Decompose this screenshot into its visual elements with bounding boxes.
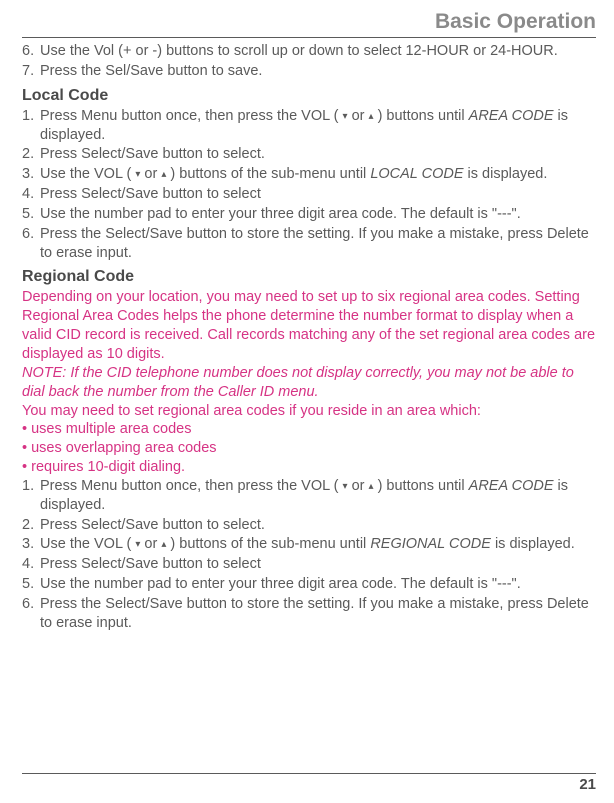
menu-name: AREA CODE <box>469 108 554 124</box>
text-fragment: or <box>348 478 369 494</box>
regional-step-1: 1. Press Menu button once, then press th… <box>22 477 596 515</box>
local-step-2: 2. Press Select/Save button to select. <box>22 145 596 164</box>
up-triangle-icon: ▴ <box>161 539 166 550</box>
up-triangle-icon: ▴ <box>369 111 374 122</box>
bullet-text: uses multiple area codes <box>31 421 191 437</box>
down-triangle-icon: ▾ <box>135 169 140 180</box>
step-text: Press Select/Save button to select. <box>40 145 596 164</box>
local-step-5: 5. Use the number pad to enter your thre… <box>22 205 596 224</box>
menu-name: REGIONAL CODE <box>370 536 491 552</box>
step-number: 5. <box>22 205 40 224</box>
text-fragment: or <box>348 108 369 124</box>
text-fragment: Press Menu button once, then press the V… <box>40 108 343 124</box>
step-text: Use the Vol (+ or -) buttons to scroll u… <box>40 42 596 61</box>
page-number: 21 <box>579 776 596 793</box>
down-triangle-icon: ▾ <box>343 481 348 492</box>
local-step-6: 6. Press the Select/Save button to store… <box>22 225 596 263</box>
down-triangle-icon: ▾ <box>135 539 140 550</box>
text-fragment: ) buttons of the sub-menu until <box>166 536 370 552</box>
step-number: 4. <box>22 185 40 204</box>
step-number: 7. <box>22 62 40 81</box>
regional-need: You may need to set regional area codes … <box>22 402 596 421</box>
step-6: 6. Use the Vol (+ or -) buttons to scrol… <box>22 42 596 61</box>
regional-intro: Depending on your location, you may need… <box>22 288 596 363</box>
text-fragment: or <box>140 536 161 552</box>
step-number: 5. <box>22 575 40 594</box>
up-triangle-icon: ▴ <box>161 169 166 180</box>
page-footer: 21 <box>22 773 596 793</box>
bullet-icon: • <box>22 440 27 456</box>
step-text: Use the number pad to enter your three d… <box>40 205 596 224</box>
regional-step-5: 5. Use the number pad to enter your thre… <box>22 575 596 594</box>
step-number: 3. <box>22 535 40 554</box>
local-step-3: 3. Use the VOL ( ▾ or ▴ ) buttons of the… <box>22 165 596 184</box>
text-fragment: ) buttons of the sub-menu until <box>166 166 370 182</box>
text-fragment: is displayed. <box>464 166 548 182</box>
menu-name: AREA CODE <box>469 478 554 494</box>
text-fragment: Press Menu button once, then press the V… <box>40 478 343 494</box>
step-number: 2. <box>22 516 40 535</box>
step-7: 7. Press the Sel/Save button to save. <box>22 62 596 81</box>
regional-step-6: 6. Press the Select/Save button to store… <box>22 595 596 633</box>
up-triangle-icon: ▴ <box>369 481 374 492</box>
step-text: Press Select/Save button to select. <box>40 516 596 535</box>
text-fragment: is displayed. <box>491 536 575 552</box>
text-fragment: ) buttons until <box>374 108 469 124</box>
step-text: Use the number pad to enter your three d… <box>40 575 596 594</box>
bullet-1: • uses multiple area codes <box>22 420 596 439</box>
step-text: Press the Select/Save button to store th… <box>40 225 596 263</box>
step-text: Use the VOL ( ▾ or ▴ ) buttons of the su… <box>40 165 596 184</box>
step-number: 3. <box>22 165 40 184</box>
step-number: 1. <box>22 477 40 515</box>
step-number: 1. <box>22 107 40 145</box>
text-fragment: Use the VOL ( <box>40 166 135 182</box>
text-fragment: or <box>140 166 161 182</box>
step-text: Press Menu button once, then press the V… <box>40 477 596 515</box>
header-title: Basic Operation <box>435 10 596 33</box>
bullet-icon: • <box>22 421 27 437</box>
regional-step-2: 2. Press Select/Save button to select. <box>22 516 596 535</box>
step-number: 6. <box>22 225 40 263</box>
step-number: 2. <box>22 145 40 164</box>
step-text: Press Select/Save button to select <box>40 185 596 204</box>
local-step-1: 1. Press Menu button once, then press th… <box>22 107 596 145</box>
page-header: Basic Operation <box>22 10 596 38</box>
regional-note: NOTE: If the CID telephone number does n… <box>22 364 596 402</box>
step-number: 4. <box>22 555 40 574</box>
bullet-icon: • <box>22 459 27 475</box>
regional-step-3: 3. Use the VOL ( ▾ or ▴ ) buttons of the… <box>22 535 596 554</box>
regional-code-heading: Regional Code <box>22 268 596 286</box>
bullet-2: • uses overlapping area codes <box>22 439 596 458</box>
step-text: Press the Select/Save button to store th… <box>40 595 596 633</box>
bullet-3: • requires 10-digit dialing. <box>22 458 596 477</box>
step-text: Press the Sel/Save button to save. <box>40 62 596 81</box>
step-text: Use the VOL ( ▾ or ▴ ) buttons of the su… <box>40 535 596 554</box>
bullet-text: uses overlapping area codes <box>31 440 216 456</box>
text-fragment: Use the VOL ( <box>40 536 135 552</box>
text-fragment: ) buttons until <box>374 478 469 494</box>
local-step-4: 4. Press Select/Save button to select <box>22 185 596 204</box>
bullet-text: requires 10-digit dialing. <box>31 459 185 475</box>
step-text: Press Menu button once, then press the V… <box>40 107 596 145</box>
regional-step-4: 4. Press Select/Save button to select <box>22 555 596 574</box>
step-number: 6. <box>22 42 40 61</box>
step-text: Press Select/Save button to select <box>40 555 596 574</box>
local-code-heading: Local Code <box>22 87 596 105</box>
down-triangle-icon: ▾ <box>343 111 348 122</box>
menu-name: LOCAL CODE <box>370 166 463 182</box>
step-number: 6. <box>22 595 40 633</box>
